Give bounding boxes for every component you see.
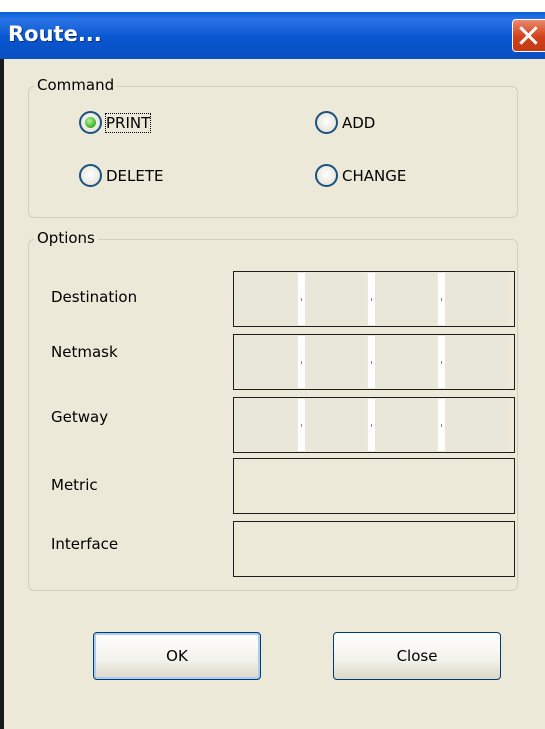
radio-add-label: ADD — [342, 113, 376, 132]
window-title: Route... — [8, 22, 102, 46]
radio-delete[interactable]: DELETE — [79, 164, 164, 187]
options-legend: Options — [34, 229, 98, 247]
radio-print[interactable]: PRINT — [79, 111, 152, 134]
radio-add[interactable]: ADD — [315, 111, 375, 134]
getway-label: Getway — [51, 408, 109, 426]
ip-octet-2[interactable] — [305, 336, 367, 388]
ip-dot-separator — [298, 336, 305, 388]
radio-unselected-icon — [315, 111, 338, 134]
radio-selected-icon — [79, 111, 102, 134]
ok-button[interactable]: OK — [93, 632, 261, 680]
ip-dot-separator — [438, 399, 445, 451]
netmask-ip-field[interactable] — [233, 334, 515, 390]
ip-octet-4[interactable] — [445, 336, 507, 388]
interface-label: Interface — [51, 535, 119, 553]
close-button[interactable]: Close — [333, 632, 501, 680]
background-strip — [0, 0, 545, 12]
ip-octet-4[interactable] — [445, 273, 507, 325]
ip-octet-2[interactable] — [305, 273, 367, 325]
ip-octet-1[interactable] — [235, 399, 297, 451]
radio-delete-label: DELETE — [106, 166, 164, 185]
radio-unselected-icon — [315, 164, 338, 187]
destination-label: Destination — [51, 288, 138, 306]
ip-octet-2[interactable] — [305, 399, 367, 451]
radio-change-label: CHANGE — [342, 166, 407, 185]
getway-ip-field[interactable] — [233, 397, 515, 453]
ip-dot-separator — [368, 336, 375, 388]
ip-octet-3[interactable] — [375, 336, 437, 388]
ip-dot-separator — [438, 273, 445, 325]
radio-print-label: PRINT — [104, 112, 152, 133]
ip-octet-3[interactable] — [375, 399, 437, 451]
radio-change[interactable]: CHANGE — [315, 164, 406, 187]
radio-unselected-icon — [79, 164, 102, 187]
close-icon[interactable] — [512, 19, 545, 52]
ip-dot-separator — [438, 336, 445, 388]
ip-octet-4[interactable] — [445, 399, 507, 451]
interface-input[interactable] — [233, 521, 515, 577]
metric-label: Metric — [51, 476, 98, 494]
ip-dot-separator — [368, 273, 375, 325]
metric-input[interactable] — [233, 458, 515, 514]
ip-octet-3[interactable] — [375, 273, 437, 325]
ip-dot-separator — [368, 399, 375, 451]
netmask-label: Netmask — [51, 343, 118, 361]
command-group: Command PRINT ADD DELETE CHANGE — [28, 76, 518, 218]
ip-octet-1[interactable] — [235, 273, 297, 325]
ip-dot-separator — [298, 273, 305, 325]
destination-ip-field[interactable] — [233, 271, 515, 327]
window-edge — [0, 59, 4, 729]
title-bar[interactable]: Route... — [0, 12, 545, 59]
ip-octet-1[interactable] — [235, 336, 297, 388]
route-dialog: Route... Command PRINT ADD DELETE CHANGE… — [0, 12, 545, 729]
ip-dot-separator — [298, 399, 305, 451]
command-legend: Command — [34, 76, 118, 94]
selected-dot-icon — [85, 117, 96, 128]
